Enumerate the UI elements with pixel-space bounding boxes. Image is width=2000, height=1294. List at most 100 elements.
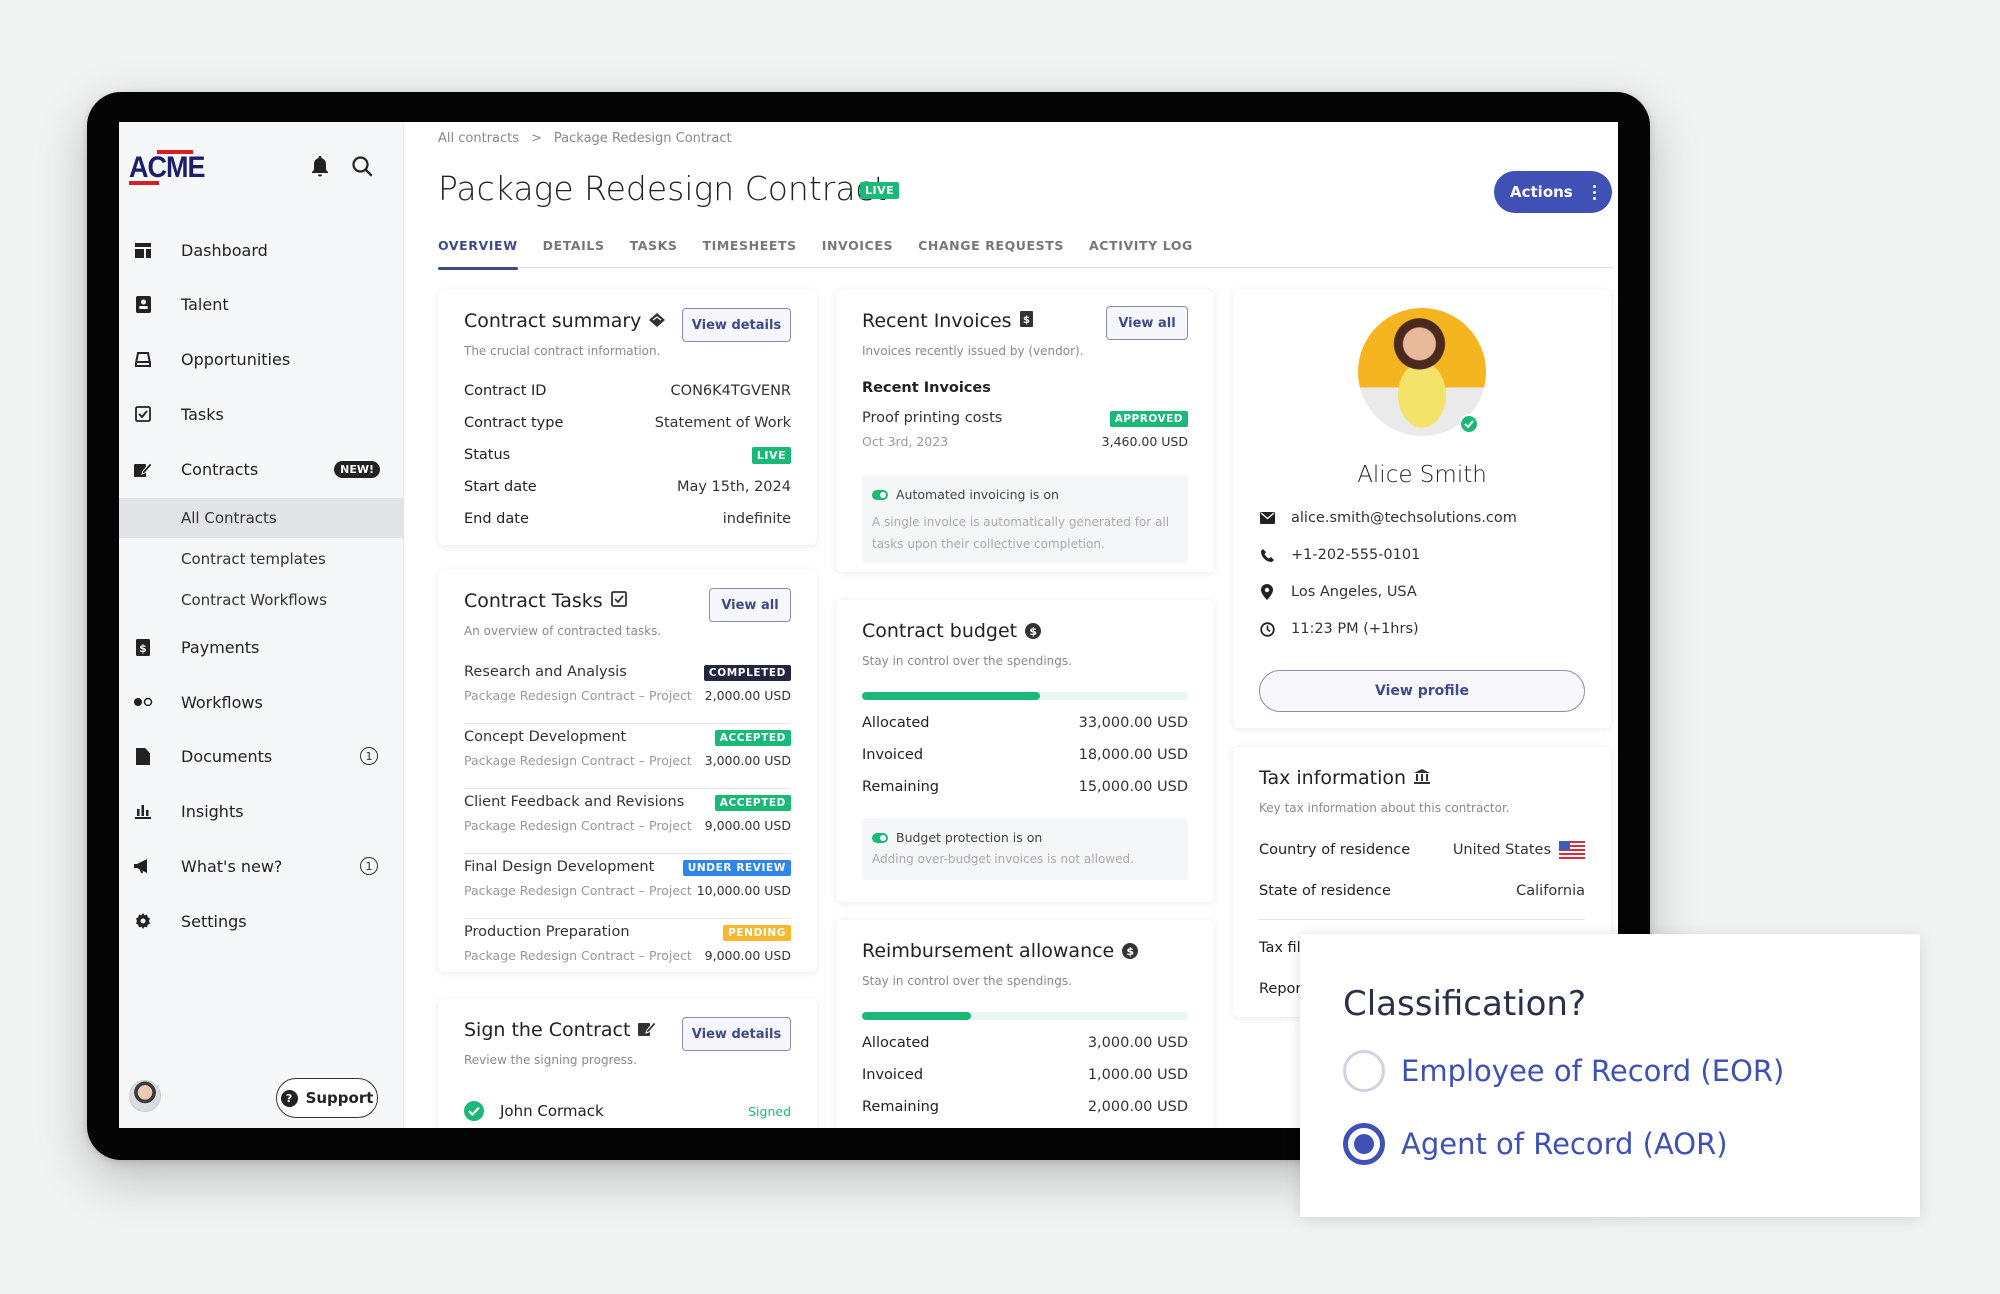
task-name: Concept Development [464,729,627,745]
sidebar-item-talent[interactable]: Talent [119,284,404,324]
help-icon: ? [280,1089,298,1107]
sidebar-subitem-all-contracts[interactable]: All Contracts [119,498,404,538]
task-name: Client Feedback and Revisions [464,794,685,810]
automated-invoicing-toggle[interactable] [872,489,888,500]
task-row[interactable]: Final Design Development UNDER REVIEW Pack… [464,855,791,919]
tax-row-state: State of residence California [1259,883,1585,899]
sidebar-item-contracts[interactable]: Contracts NEW! [119,449,404,489]
card-subtitle: An overview of contracted tasks. [464,624,662,638]
sidebar-item-settings[interactable]: Settings [119,901,404,941]
task-status-badge: UNDER REVIEW [682,860,791,876]
view-details-button[interactable]: View details [682,308,791,342]
bell-outline-icon [133,349,153,369]
sidebar-item-workflows[interactable]: Workflows [119,682,404,722]
sidebar-subitem-contract-templates[interactable]: Contract templates [119,539,404,579]
actions-button[interactable]: Actions [1494,171,1612,213]
task-row[interactable]: Production Preparation PENDING Package Red… [464,920,791,984]
budget-protection-toggle[interactable] [872,832,888,843]
sidebar-item-payments[interactable]: $ Payments [119,627,404,667]
user-avatar[interactable] [129,1080,161,1112]
reimbursement-progress-bar [862,1012,1188,1020]
signer-status: Signed [748,1103,791,1119]
sidebar-item-whats-new[interactable]: What's new? 1 [119,846,404,886]
card-subtitle: Invoices recently issued by (vendor). [862,344,1084,358]
sidebar: ACME Dashboard Talent Opportunities Task… [119,122,404,1128]
summary-row-start-date: Start date May 15th, 2024 [464,479,791,495]
task-project: Package Redesign Contract – Project [464,818,692,833]
view-signing-details-button[interactable]: View details [682,1017,791,1051]
email-row: alice.smith@techsolutions.com [1259,506,1585,530]
handshake-icon [649,310,666,332]
dollar-circle-icon: $ [1025,623,1042,639]
task-amount: 9,000.00 USD [704,818,791,833]
mail-icon [1259,512,1275,524]
breadcrumb: All contracts > Package Redesign Contrac… [438,131,732,146]
dollar-circle-icon: $ [1122,943,1139,959]
card-title: Contract summary [464,310,666,332]
sidebar-subitem-contract-workflows[interactable]: Contract Workflows [119,580,404,620]
sidebar-item-tasks[interactable]: Tasks [119,394,404,434]
contract-sign-icon [638,1019,658,1041]
tab-activity-log[interactable]: ACTIVITY LOG [1089,238,1193,268]
task-row[interactable]: Concept Development ACCEPTED Package Redes… [464,725,791,789]
task-row[interactable]: Client Feedback and Revisions ACCEPTED Pac… [464,790,791,854]
location-pin-icon [1259,584,1275,600]
page-title: Package Redesign Contract [438,169,887,208]
recent-invoices-card: Recent Invoices $ Invoices recently issu… [836,290,1214,572]
tab-invoices[interactable]: INVOICES [822,238,893,268]
support-button[interactable]: ? Support [276,1078,378,1118]
tab-bar: OVERVIEW DETAILS TASKS TIMESHEETS INVOIC… [438,238,1614,270]
view-profile-button[interactable]: View profile [1259,670,1585,712]
radio-option-eor[interactable]: Employee of Record (EOR) [1343,1050,1784,1092]
contractor-name: Alice Smith [1357,462,1487,488]
sidebar-item-documents[interactable]: Documents 1 [119,736,404,776]
tab-tasks[interactable]: TASKS [630,238,678,268]
sidebar-item-opportunities[interactable]: Opportunities [119,339,404,379]
task-project: Package Redesign Contract – Project [464,883,692,898]
us-flag-icon [1559,841,1585,859]
sidebar-item-insights[interactable]: Insights [119,791,404,831]
radio-unchecked[interactable] [1343,1050,1385,1092]
phone-icon [1259,548,1275,562]
phone-row: +1-202-555-0101 [1259,543,1585,567]
tax-row-country: Country of residence United States [1259,839,1585,861]
tab-change-requests[interactable]: CHANGE REQUESTS [918,238,1064,268]
notifications-bell-icon[interactable] [306,152,334,180]
search-icon[interactable] [348,152,376,180]
breadcrumb-all-contracts[interactable]: All contracts [438,131,519,146]
breadcrumb-current: Package Redesign Contract [553,131,732,146]
card-subtitle: Stay in control over the spendings. [862,974,1072,988]
summary-row-contract-id: Contract ID CON6K4TGVENR [464,383,791,399]
task-status-badge: ACCEPTED [714,795,791,811]
verified-check-icon [1459,414,1479,434]
sign-contract-card: Sign the Contract Review the signing pro… [438,999,817,1128]
sidebar-item-dashboard[interactable]: Dashboard [119,230,404,270]
contract-tasks-card: Contract Tasks An overview of contracted… [438,570,817,972]
task-row[interactable]: Research and Analysis COMPLETED Package Re… [464,660,791,724]
task-project: Package Redesign Contract – Project [464,753,692,768]
task-status-badge: PENDING [723,925,791,941]
check-circle-icon [464,1101,484,1121]
tab-details[interactable]: DETAILS [543,238,605,268]
svg-text:$: $ [1023,315,1030,326]
bank-icon [1414,767,1431,789]
acme-logo[interactable]: ACME [129,146,205,186]
signer-row: John Cormack Signed [464,1099,791,1123]
radio-checked[interactable] [1343,1123,1385,1165]
task-project: Package Redesign Contract – Project [464,948,692,963]
breadcrumb-separator: > [531,131,542,146]
approved-badge: APPROVED [1109,411,1188,427]
card-subtitle: Review the signing progress. [464,1053,637,1067]
local-time-row: 11:23 PM (+1hrs) [1259,617,1585,641]
status-badge: LIVE [860,182,900,199]
tab-overview[interactable]: OVERVIEW [438,238,518,270]
radio-option-aor[interactable]: Agent of Record (AOR) [1343,1123,1728,1165]
tab-timesheets[interactable]: TIMESHEETS [702,238,796,268]
view-all-tasks-button[interactable]: View all [709,588,791,622]
view-all-invoices-button[interactable]: View all [1106,306,1188,340]
documents-count-badge: 1 [360,747,378,765]
reimbursement-row-remaining: Remaining 2,000.00 USD [862,1099,1188,1115]
task-name: Final Design Development [464,859,655,875]
invoice-row[interactable]: Proof printing costs APPROVED Oct 3rd, 2… [862,408,1188,452]
task-project: Package Redesign Contract – Project [464,688,692,703]
